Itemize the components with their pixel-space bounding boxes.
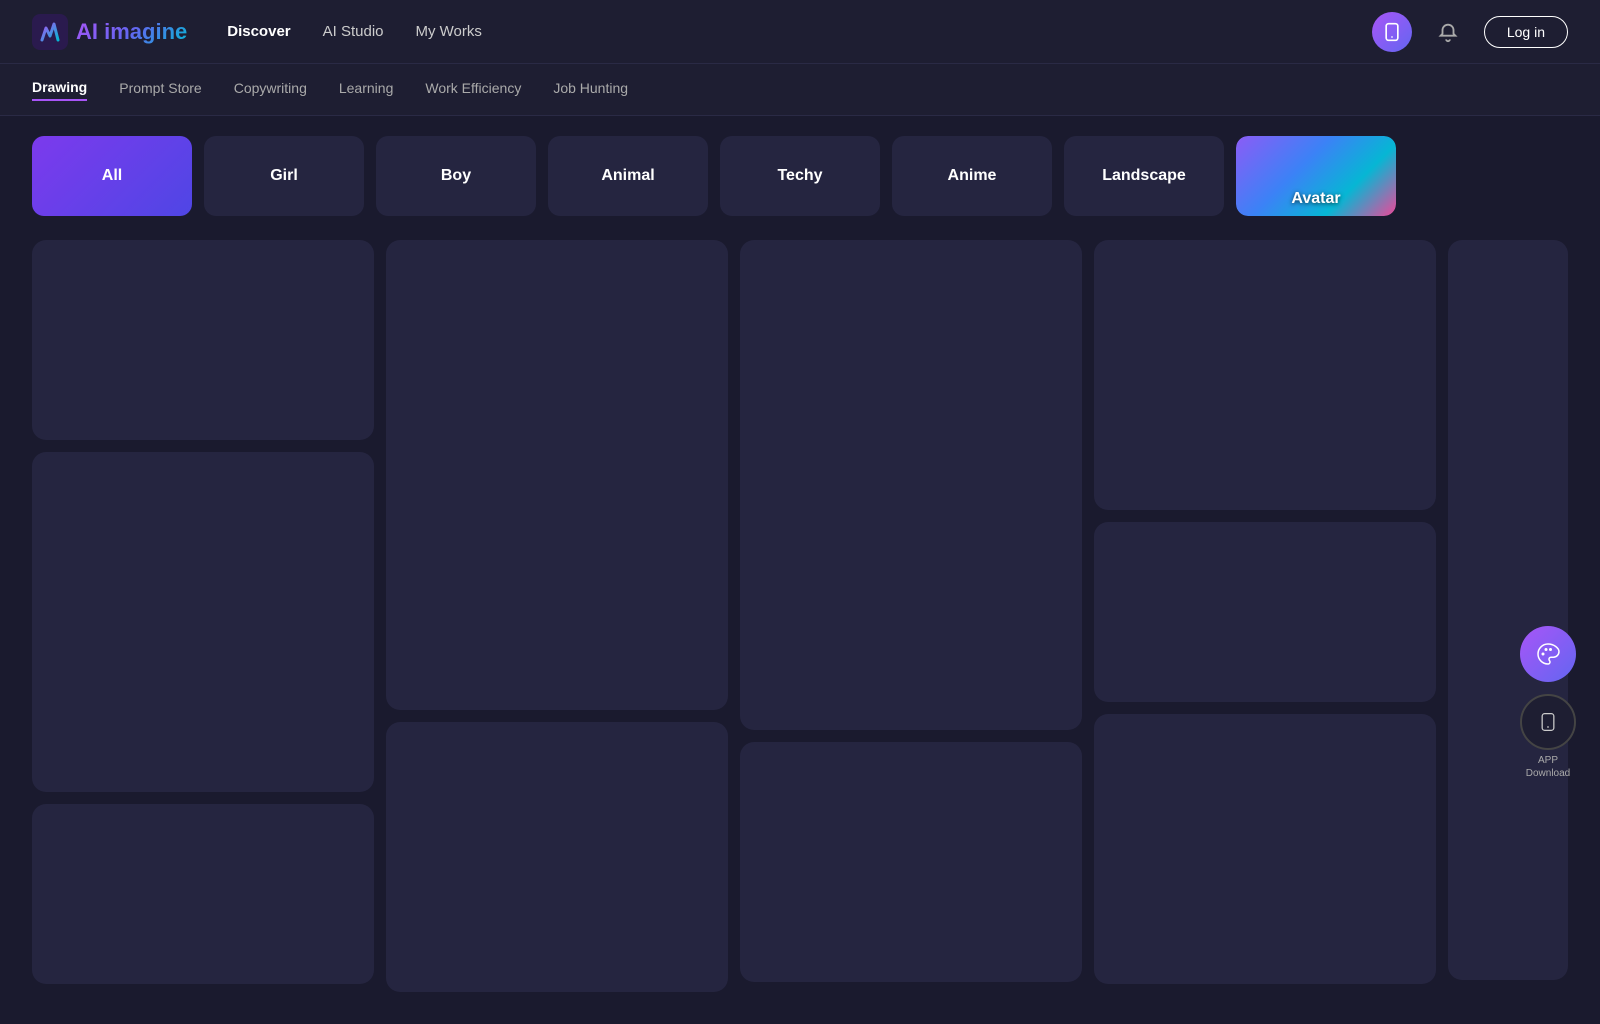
grid-col-3 [740, 240, 1082, 992]
grid-card-1-3[interactable] [32, 804, 374, 984]
category-anime[interactable]: Anime [892, 136, 1052, 216]
grid-card-3-1[interactable] [740, 240, 1082, 730]
category-section: All Girl Boy Animal Techy Anime Landscap… [0, 116, 1600, 232]
grid-col-4 [1094, 240, 1436, 992]
app-download-label: APP Download [1526, 754, 1570, 780]
category-landscape[interactable]: Landscape [1064, 136, 1224, 216]
mobile-app-button[interactable] [1372, 12, 1412, 52]
grid-card-2-2[interactable] [386, 722, 728, 992]
logo-icon [32, 14, 68, 50]
main-header: AI imagine Discover AI Studio My Works L… [0, 0, 1600, 64]
nav-discover[interactable]: Discover [227, 23, 290, 40]
sub-nav: Drawing Prompt Store Copywriting Learnin… [0, 64, 1600, 116]
grid-col-5 [1448, 240, 1568, 992]
grid-card-5-1[interactable] [1448, 240, 1568, 980]
grid-card-2-1[interactable] [386, 240, 728, 710]
category-all[interactable]: All [32, 136, 192, 216]
nav-ai-studio[interactable]: AI Studio [323, 23, 384, 40]
grid-col-2 [386, 240, 728, 992]
content-grid [0, 232, 1600, 1024]
grid-card-4-1[interactable] [1094, 240, 1436, 510]
header-right: Log in [1372, 12, 1568, 52]
login-button[interactable]: Log in [1484, 16, 1568, 48]
avatar-card-label: Avatar [1236, 190, 1396, 208]
grid-col-1 [32, 240, 374, 992]
app-download-container[interactable]: APP Download [1520, 694, 1576, 780]
subnav-prompt-store[interactable]: Prompt Store [119, 80, 201, 100]
main-nav: Discover AI Studio My Works [227, 23, 482, 40]
subnav-work-efficiency[interactable]: Work Efficiency [425, 80, 521, 100]
grid-card-1-2[interactable] [32, 452, 374, 792]
app-download-button[interactable] [1520, 694, 1576, 750]
paint-fab-button[interactable] [1520, 626, 1576, 682]
category-avatar[interactable]: Avatar [1236, 136, 1396, 216]
grid-card-1-1[interactable] [32, 240, 374, 440]
smartphone-icon [1382, 22, 1402, 42]
category-girl[interactable]: Girl [204, 136, 364, 216]
nav-my-works[interactable]: My Works [416, 23, 482, 40]
logo[interactable]: AI imagine [32, 14, 187, 50]
bell-icon [1437, 21, 1459, 43]
floating-buttons: APP Download [1520, 626, 1576, 780]
subnav-copywriting[interactable]: Copywriting [234, 80, 307, 100]
grid-card-3-2[interactable] [740, 742, 1082, 982]
logo-text: AI imagine [76, 19, 187, 45]
category-boy[interactable]: Boy [376, 136, 536, 216]
paint-icon [1536, 642, 1560, 666]
subnav-drawing[interactable]: Drawing [32, 79, 87, 101]
category-animal[interactable]: Animal [548, 136, 708, 216]
notification-button[interactable] [1428, 12, 1468, 52]
grid-card-4-3[interactable] [1094, 714, 1436, 984]
subnav-learning[interactable]: Learning [339, 80, 394, 100]
subnav-job-hunting[interactable]: Job Hunting [553, 80, 628, 100]
category-techy[interactable]: Techy [720, 136, 880, 216]
download-icon [1538, 712, 1558, 732]
grid-card-4-2[interactable] [1094, 522, 1436, 702]
